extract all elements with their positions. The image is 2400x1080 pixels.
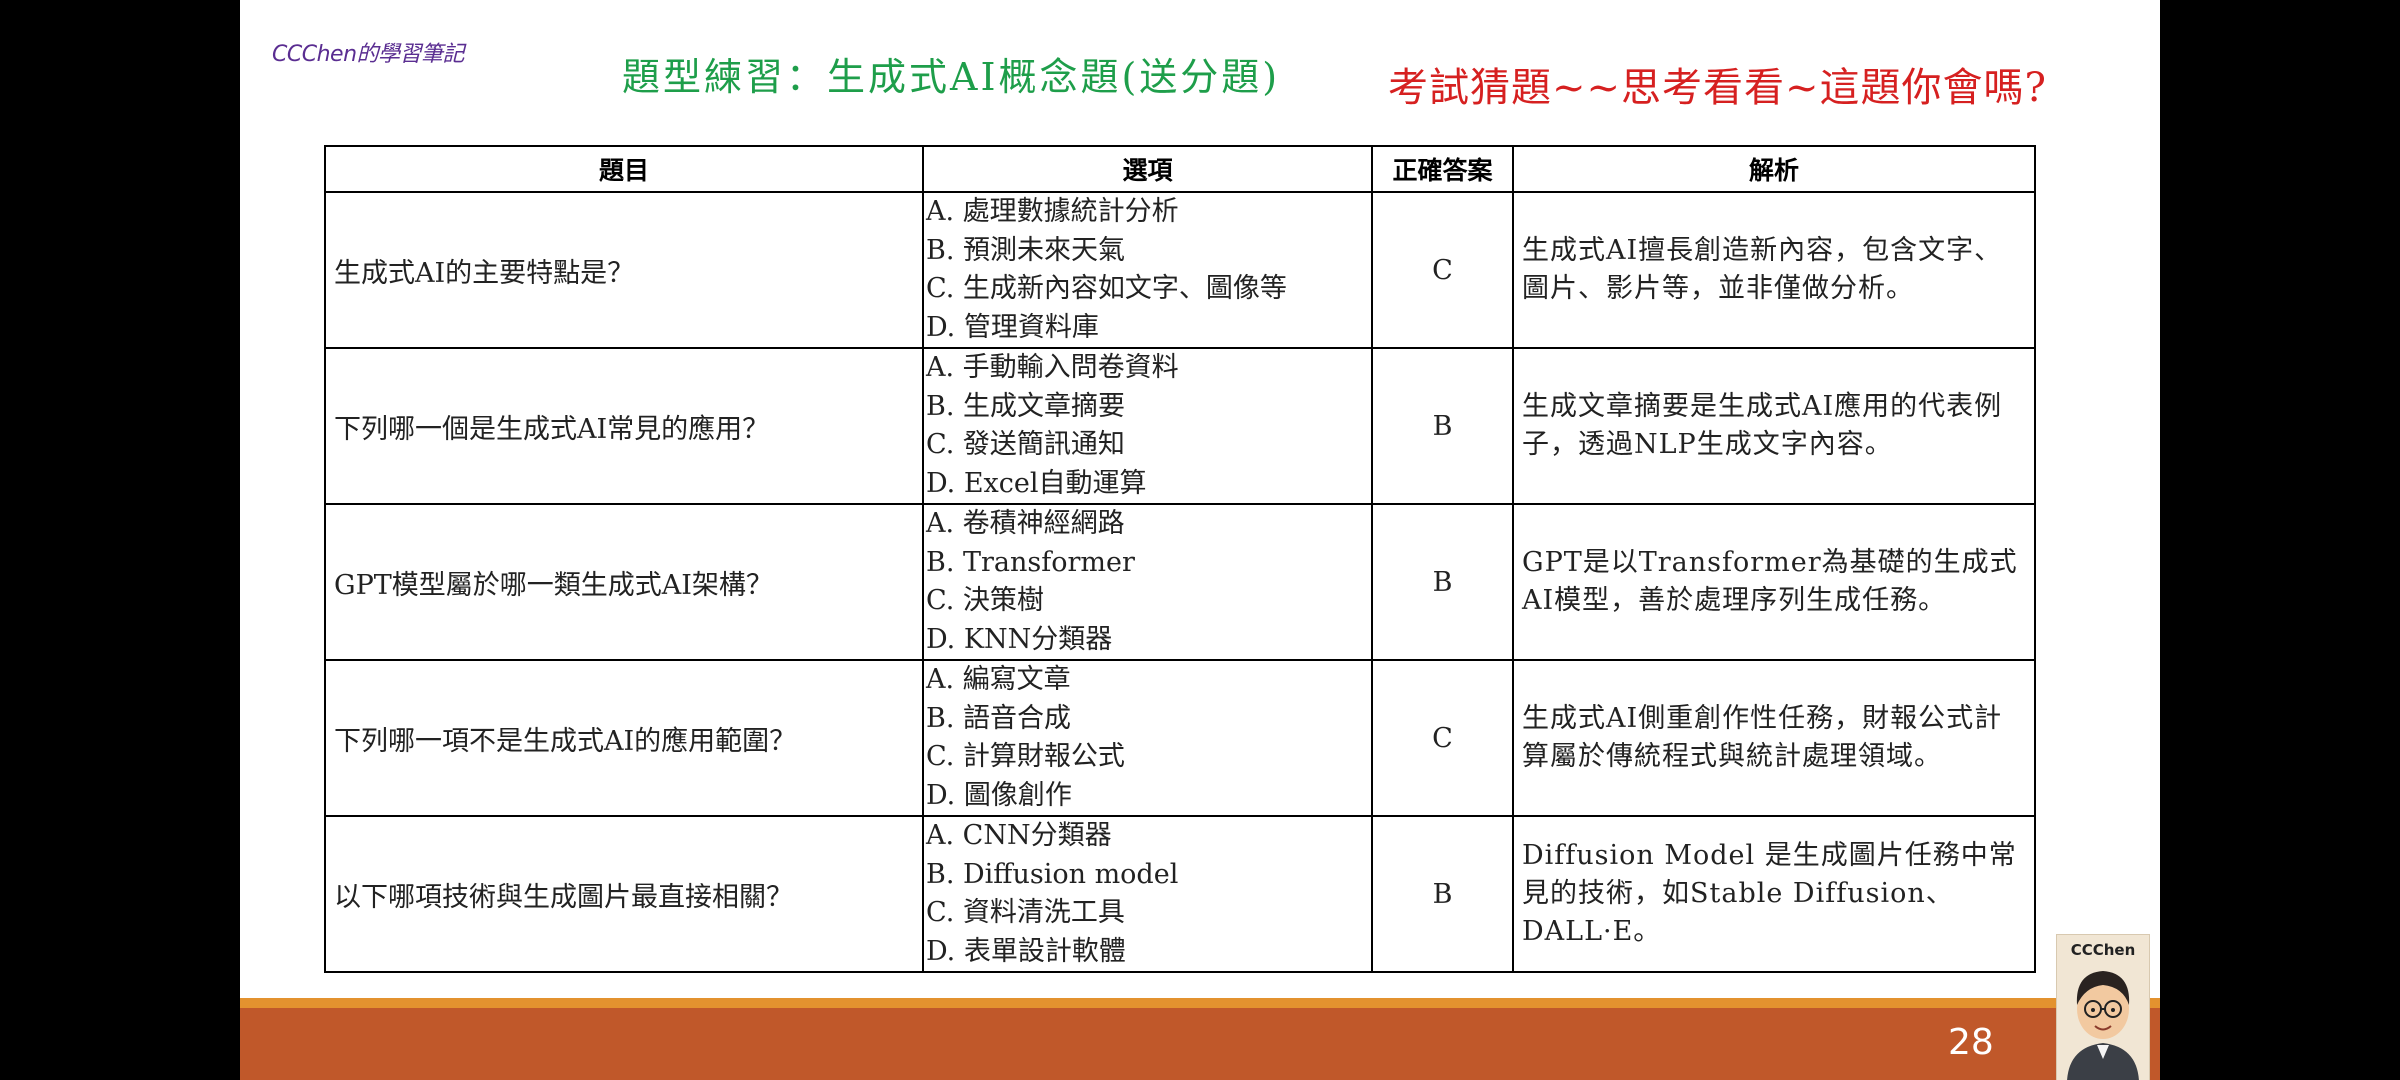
option-c: C. 決策樹 (926, 585, 1044, 616)
table-row: 以下哪項技術與生成圖片最直接相關？ A. CNN分類器 B. Diffusion… (324, 815, 2036, 973)
option-b: B. Transformer (926, 546, 1135, 578)
table-header-row: 題目 選項 正確答案 解析 (324, 145, 2036, 193)
table-row: 下列哪一項不是生成式AI的應用範圍？ A. 編寫文章 B. 語音合成 C. 計算… (324, 659, 2036, 817)
explanation-cell: 生成文章摘要是生成式AI應用的代表例子，透過NLP生成文字內容。 (1512, 347, 2036, 505)
options-cell: A. 手動輸入問卷資料 B. 生成文章摘要 C. 發送簡訊通知 D. Excel… (922, 347, 1373, 505)
option-a: A. 編寫文章 (926, 664, 1071, 695)
option-d: D. 表單設計軟體 (926, 935, 1126, 967)
header-answer: 正確答案 (1371, 145, 1514, 193)
option-c: C. 發送簡訊通知 (926, 429, 1125, 460)
slide-subtitle: 考試猜題~~思考看看~這題你會嗎? (1388, 65, 2047, 111)
question-cell: 生成式AI的主要特點是？ (324, 191, 924, 349)
option-a: A. 手動輸入問卷資料 (926, 352, 1179, 383)
header-options: 選項 (922, 145, 1373, 193)
options-cell: A. 處理數據統計分析 B. 預測未來天氣 C. 生成新內容如文字、圖像等 D.… (922, 191, 1373, 349)
option-c: C. 資料清洗工具 (926, 897, 1125, 928)
question-cell: 下列哪一個是生成式AI常見的應用？ (324, 347, 924, 505)
option-b: B. Diffusion model (926, 858, 1179, 890)
explanation-cell: Diffusion Model 是生成圖片任務中常見的技術，如Stable Di… (1512, 815, 2036, 973)
question-cell: 以下哪項技術與生成圖片最直接相關？ (324, 815, 924, 973)
option-a: A. 處理數據統計分析 (926, 196, 1179, 227)
option-b: B. 預測未來天氣 (926, 234, 1126, 266)
question-cell: 下列哪一項不是生成式AI的應用範圍？ (324, 659, 924, 817)
answer-cell: B (1371, 347, 1514, 505)
answer-cell: C (1371, 191, 1514, 349)
page-number: 28 (1948, 1022, 1994, 1063)
slide: CCChen的學習筆記 題型練習：生成式AI概念題(送分題) 考試猜題~~思考看… (240, 0, 2160, 1080)
header-explanation: 解析 (1512, 145, 2036, 193)
brand-label: CCChen的學習筆記 (272, 42, 465, 67)
answer-cell: C (1371, 659, 1514, 817)
option-a: A. 卷積神經網路 (926, 508, 1125, 539)
option-c: C. 生成新內容如文字、圖像等 (926, 273, 1287, 304)
table-row: 生成式AI的主要特點是？ A. 處理數據統計分析 B. 預測未來天氣 C. 生成… (324, 191, 2036, 349)
option-d: D. 管理資料庫 (926, 311, 1099, 343)
avatar: CCChen (2056, 934, 2150, 1080)
options-cell: A. 卷積神經網路 B. Transformer C. 決策樹 D. KNN分類… (922, 503, 1373, 661)
quiz-table: 題目 選項 正確答案 解析 生成式AI的主要特點是？ A. 處理數據統計分析 B… (324, 145, 2036, 973)
avatar-face-icon (2067, 971, 2139, 1080)
options-cell: A. CNN分類器 B. Diffusion model C. 資料清洗工具 D… (922, 815, 1373, 973)
slide-title: 題型練習：生成式AI概念題(送分題) (622, 55, 1281, 99)
explanation-cell: 生成式AI擅長創造新內容，包含文字、圖片、影片等，並非僅做分析。 (1512, 191, 2036, 349)
option-b: B. 語音合成 (926, 702, 1072, 734)
option-c: C. 計算財報公式 (926, 741, 1125, 772)
option-b: B. 生成文章摘要 (926, 390, 1126, 422)
option-d: D. 圖像創作 (926, 779, 1072, 811)
explanation-cell: GPT是以Transformer為基礎的生成式AI模型，善於處理序列生成任務。 (1512, 503, 2036, 661)
answer-cell: B (1371, 815, 1514, 973)
option-d: D. Excel自動運算 (926, 467, 1147, 499)
option-d: D. KNN分類器 (926, 623, 1113, 655)
options-cell: A. 編寫文章 B. 語音合成 C. 計算財報公式 D. 圖像創作 (922, 659, 1373, 817)
header-question: 題目 (324, 145, 924, 193)
option-a: A. CNN分類器 (926, 820, 1112, 851)
explanation-cell: 生成式AI側重創作性任務，財報公式計算屬於傳統程式與統計處理領域。 (1512, 659, 2036, 817)
table-row: 下列哪一個是生成式AI常見的應用？ A. 手動輸入問卷資料 B. 生成文章摘要 … (324, 347, 2036, 505)
answer-cell: B (1371, 503, 1514, 661)
footer-bar (240, 998, 2160, 1080)
table-row: GPT模型屬於哪一類生成式AI架構？ A. 卷積神經網路 B. Transfor… (324, 503, 2036, 661)
question-cell: GPT模型屬於哪一類生成式AI架構？ (324, 503, 924, 661)
